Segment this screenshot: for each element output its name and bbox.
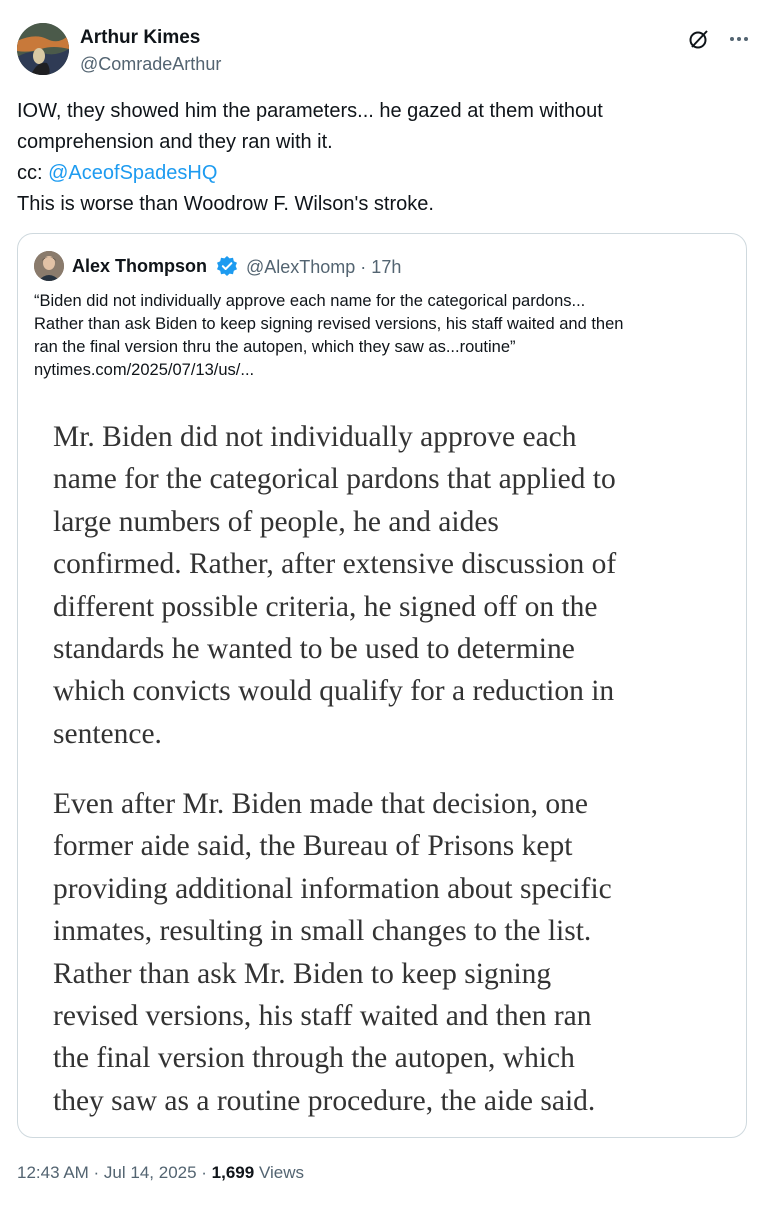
tweet-text-line: comprehension and they ran with it. <box>17 131 333 153</box>
quoted-text-line: ran the final version thru the autopen, … <box>34 338 516 356</box>
views-count: 1,699 <box>211 1163 255 1182</box>
article-line: different possible criteria, he signed o… <box>53 590 598 623</box>
article-line: they saw as a routine procedure, the aid… <box>53 1084 596 1117</box>
timestamp[interactable]: 12:43 AM · Jul 14, 2025 · <box>17 1163 212 1182</box>
quoted-link[interactable]: nytimes.com/2025/07/13/us/... <box>34 359 734 382</box>
views-label: Views <box>254 1163 304 1182</box>
article-line: Even after Mr. Biden made that decision,… <box>53 788 588 820</box>
more-options-icon[interactable] <box>726 26 752 52</box>
tweet-footer: 12:43 AM · Jul 14, 2025 · 1,699 Views <box>17 1163 304 1183</box>
article-screenshot-image[interactable]: Mr. Biden did not individually approve e… <box>19 397 745 1135</box>
tweet-actions-top <box>686 26 752 52</box>
quoted-author-avatar[interactable] <box>34 251 64 281</box>
tweet-text: IOW, they showed him the parameters... h… <box>17 96 747 220</box>
article-line: which convicts would qualify for a reduc… <box>53 675 615 708</box>
author-name[interactable]: Arthur Kimes <box>80 27 200 49</box>
article-line: inmates, resulting in small changes to t… <box>53 915 592 948</box>
article-line: Mr. Biden did not individually approve e… <box>53 421 577 453</box>
mention-link[interactable]: @AceofSpadesHQ <box>48 162 217 184</box>
author-handle[interactable]: @ComradeArthur <box>80 54 221 75</box>
author-avatar[interactable] <box>17 23 69 75</box>
article-paragraph-2: Even after Mr. Biden made that decision,… <box>53 783 733 1122</box>
cc-prefix: cc: <box>17 162 49 184</box>
quoted-tweet[interactable]: Alex Thompson @AlexThomp · 17h “Biden di… <box>17 233 747 1138</box>
tweet-text-line: This is worse than Woodrow F. Wilson's s… <box>17 193 434 215</box>
article-line: standards he wanted to be used to determ… <box>53 633 575 666</box>
article-line: confirmed. Rather, after extensive discu… <box>53 548 617 581</box>
article-line: providing additional information about s… <box>53 872 612 905</box>
article-line: large numbers of people, he and aides <box>53 505 499 538</box>
grok-icon[interactable] <box>686 26 712 52</box>
verified-badge-icon <box>216 255 238 277</box>
quoted-text-line: Rather than ask Biden to keep signing re… <box>34 315 624 333</box>
article-line: sentence. <box>53 717 162 750</box>
article-line: Rather than ask Mr. Biden to keep signin… <box>53 957 552 990</box>
article-line: former aide said, the Bureau of Prisons … <box>53 830 573 863</box>
article-paragraph-1: Mr. Biden did not individually approve e… <box>53 416 733 755</box>
tweet-text-line: IOW, they showed him the parameters... h… <box>17 100 603 122</box>
article-line: the final version through the autopen, w… <box>53 1042 575 1075</box>
cc-line: cc: @AceofSpadesHQ <box>17 158 747 189</box>
article-line: name for the categorical pardons that ap… <box>53 463 616 496</box>
quoted-text-line: “Biden did not individually approve each… <box>34 292 586 310</box>
quoted-handle-time[interactable]: @AlexThomp · 17h <box>246 257 401 278</box>
quoted-author-name[interactable]: Alex Thompson <box>72 256 207 277</box>
article-line: revised versions, his staff waited and t… <box>53 1000 592 1033</box>
quoted-tweet-text: “Biden did not individually approve each… <box>34 290 734 382</box>
tweet: Arthur Kimes @ComradeArthur IOW, they sh… <box>0 0 768 1205</box>
